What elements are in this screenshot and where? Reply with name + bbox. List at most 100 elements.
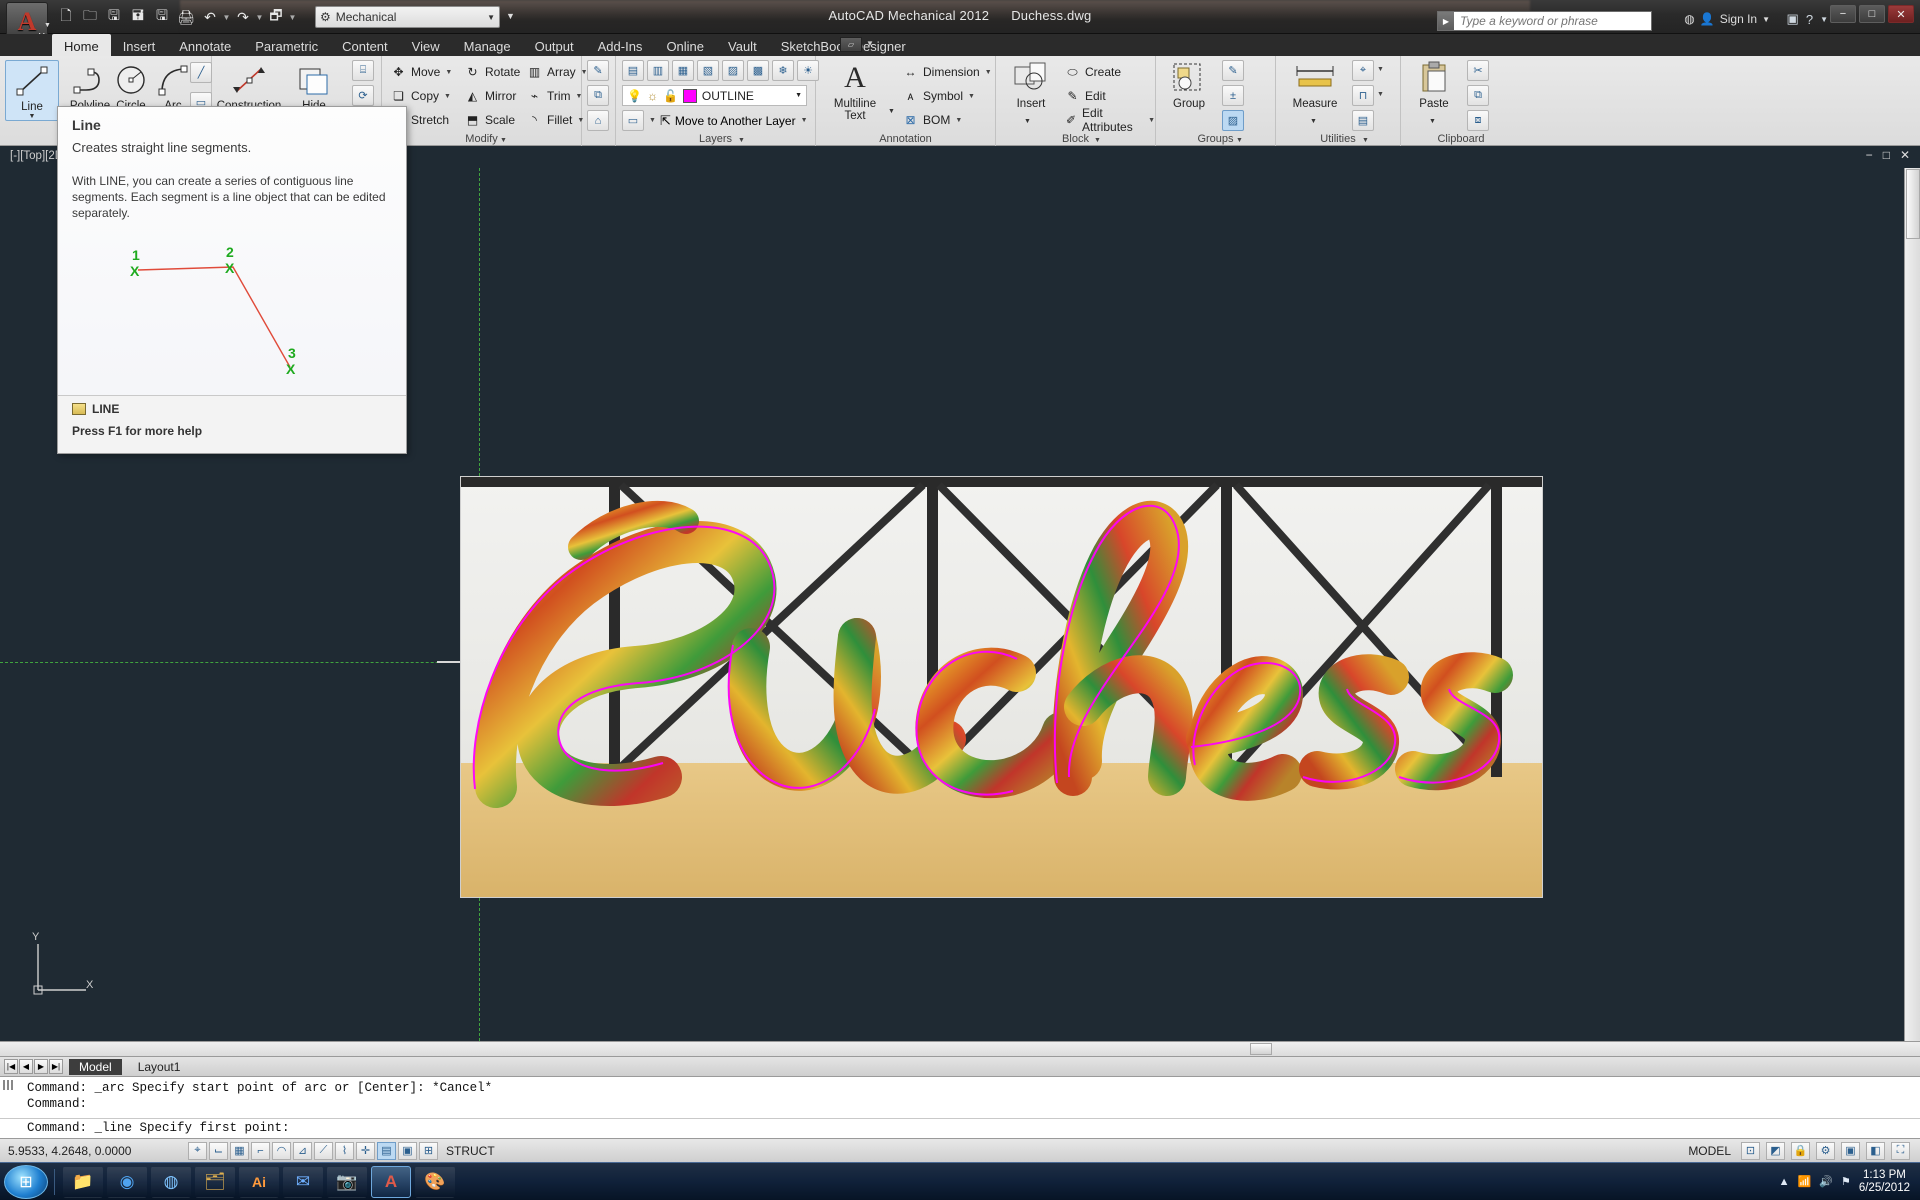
vertical-scrollbar-thumb[interactable]	[1906, 169, 1920, 239]
calculator-button[interactable]: ▤	[1352, 110, 1374, 131]
network-icon[interactable]: 📶	[1798, 1175, 1812, 1188]
model-space-button[interactable]: MODEL	[1682, 1144, 1737, 1158]
tool-group[interactable]: Group	[1162, 58, 1216, 110]
tool-paste[interactable]: Paste	[1407, 58, 1461, 110]
tab-content[interactable]: Content	[330, 34, 400, 56]
last-layout-button[interactable]: ▶|	[49, 1059, 63, 1074]
tab-vault[interactable]: Vault	[716, 34, 769, 56]
edit-attributes-caret-icon[interactable]: ▼	[1148, 117, 1155, 124]
exchange-app-icon[interactable]: ▣	[1787, 11, 1799, 27]
maximize-button[interactable]: □	[1859, 5, 1885, 23]
layers-panel-caret-icon[interactable]: ▼	[738, 137, 745, 144]
search-box[interactable]: ▶	[1437, 11, 1652, 31]
windows-explorer-taskbar-icon[interactable]: 📁	[63, 1165, 103, 1198]
quick-select-caret-icon[interactable]: ▼	[1377, 66, 1384, 73]
ungroup-button[interactable]: ✎	[1222, 60, 1244, 81]
block-panel-caret-icon[interactable]: ▼	[1094, 137, 1101, 144]
volume-icon[interactable]: 🔊	[1819, 1175, 1833, 1188]
layer-previous-button[interactable]: ▧	[697, 60, 719, 81]
layer-off-button[interactable]: ▨	[722, 60, 744, 81]
clean-screen-icon[interactable]: ⛶	[1891, 1141, 1910, 1160]
osnap-magnet-button[interactable]: ⊓	[1352, 85, 1374, 106]
horizontal-scrollbar-thumb[interactable]	[1250, 1043, 1272, 1055]
first-layout-button[interactable]: |◀	[4, 1059, 18, 1074]
taskbar-clock[interactable]: 1:13 PM 6/25/2012	[1859, 1169, 1910, 1195]
tool-line[interactable]: Line ▼	[5, 60, 59, 121]
hardware-accel-icon[interactable]: ▣	[1841, 1141, 1860, 1160]
chrome-taskbar-icon[interactable]: ◉	[107, 1165, 147, 1198]
bom-dropdown-icon[interactable]: ▼	[955, 117, 962, 124]
ribbon-minimize-button[interactable]: ▱	[840, 37, 862, 52]
tool-rotate[interactable]: ↻ Rotate	[464, 62, 520, 82]
insert-caret-icon[interactable]: ▼	[1024, 118, 1031, 125]
object-snap-toggle[interactable]: ⊿	[293, 1141, 312, 1160]
structure-label[interactable]: STRUCT	[446, 1144, 495, 1158]
tool-trim[interactable]: ⌁ Trim ▼	[526, 86, 583, 106]
layer-states-button[interactable]: ▥	[647, 60, 669, 81]
dimension-dropdown-icon[interactable]: ▼	[985, 69, 992, 76]
tab-add-ins[interactable]: Add-Ins	[586, 34, 655, 56]
action-center-icon[interactable]: ⚑	[1841, 1175, 1851, 1188]
osnap-caret-icon[interactable]: ▼	[1377, 91, 1384, 98]
help-icon[interactable]: ?	[1806, 12, 1813, 27]
dynamic-ucs-toggle[interactable]: ⌇	[335, 1141, 354, 1160]
quick-select-button[interactable]: ⌖	[1352, 60, 1374, 81]
layer-color-swatch[interactable]	[682, 88, 697, 103]
model-space-icon[interactable]: ⊡	[1741, 1141, 1760, 1160]
tool-array[interactable]: ▥ Array ▼	[526, 62, 588, 82]
viewport-lock-icon[interactable]: 🔒	[1791, 1141, 1810, 1160]
move-to-layer-caret-icon[interactable]: ▼	[801, 117, 808, 124]
tab-manage[interactable]: Manage	[452, 34, 523, 56]
layer-match-button[interactable]: ▦	[672, 60, 694, 81]
copy-dropdown-icon[interactable]: ▼	[444, 93, 451, 100]
sun-icon[interactable]: ☼	[647, 89, 658, 103]
command-line-grip[interactable]	[3, 1080, 13, 1090]
tool-scale[interactable]: ⬒ Scale	[464, 110, 515, 130]
tab-output[interactable]: Output	[523, 34, 586, 56]
sign-in-label[interactable]: Sign In	[1720, 12, 1757, 26]
tool-block-create[interactable]: ⬭ Create	[1064, 62, 1121, 82]
chevron-down-icon[interactable]: ▼	[795, 92, 802, 99]
tab-online[interactable]: Online	[654, 34, 716, 56]
match-properties-button[interactable]: ⧈	[1467, 110, 1489, 131]
viewport-close-button[interactable]: ✕	[1900, 148, 1910, 162]
layer-properties-button[interactable]: ▤	[622, 60, 644, 81]
layer-display-caret-icon[interactable]: ▼	[649, 117, 656, 124]
chevron-down-icon[interactable]: ▼	[1762, 15, 1770, 24]
next-layout-button[interactable]: ▶	[34, 1059, 48, 1074]
ortho-mode-toggle[interactable]: ⌐	[251, 1141, 270, 1160]
help-globe-icon[interactable]: ◍	[1684, 12, 1694, 26]
start-button[interactable]: ⊞	[4, 1164, 48, 1199]
tab-insert[interactable]: Insert	[111, 34, 168, 56]
help-caret-icon[interactable]: ▼	[1820, 15, 1828, 24]
show-hidden-icons[interactable]: ▲	[1779, 1176, 1790, 1188]
layout-tab-model[interactable]: Model	[69, 1058, 122, 1075]
firefox-taskbar-icon[interactable]: ◍	[151, 1165, 191, 1198]
camera-taskbar-icon[interactable]: 📷	[327, 1165, 367, 1198]
prev-layout-button[interactable]: ◀	[19, 1059, 33, 1074]
command-line[interactable]: Command: _arc Specify start point of arc…	[0, 1076, 1920, 1138]
viewport-maximize-button[interactable]: □	[1883, 148, 1890, 162]
polar-tracking-toggle[interactable]: ◠	[272, 1141, 291, 1160]
tool-bom[interactable]: ⊠ BOM ▼	[902, 110, 962, 130]
tool-edit-attributes[interactable]: ✐ Edit Attributes ▼	[1064, 106, 1155, 134]
symbol-dropdown-icon[interactable]: ▼	[968, 93, 975, 100]
lineweight-toggle[interactable]: ▤	[377, 1141, 396, 1160]
quick-properties-toggle[interactable]: ⊞	[419, 1141, 438, 1160]
tool-block-edit[interactable]: ✎ Edit	[1064, 86, 1105, 106]
search-dropdown-icon[interactable]: ▶	[1438, 12, 1454, 30]
measure-caret-icon[interactable]: ▼	[1310, 118, 1317, 125]
modify-panel-caret-icon[interactable]: ▼	[500, 137, 507, 144]
groups-panel-caret-icon[interactable]: ▼	[1236, 137, 1243, 144]
isolate-objects-icon[interactable]: ◧	[1866, 1141, 1885, 1160]
copy-clip-button[interactable]: ⧉	[1467, 85, 1489, 106]
layer-display-button[interactable]: ▭	[622, 110, 644, 131]
group-selection-toggle[interactable]: ▨	[1222, 110, 1244, 131]
file-manager-taskbar-icon[interactable]: 🗂	[195, 1165, 235, 1198]
annotation-scale-icon[interactable]: ◩	[1766, 1141, 1785, 1160]
tool-multiline-text[interactable]: A Multiline Text	[824, 58, 886, 122]
minimize-button[interactable]: −	[1830, 5, 1856, 23]
tool-mirror[interactable]: ◭ Mirror	[464, 86, 516, 106]
power-dimension-button[interactable]: ⌂	[587, 110, 609, 131]
move-to-layer-label[interactable]: Move to Another Layer	[675, 114, 796, 128]
